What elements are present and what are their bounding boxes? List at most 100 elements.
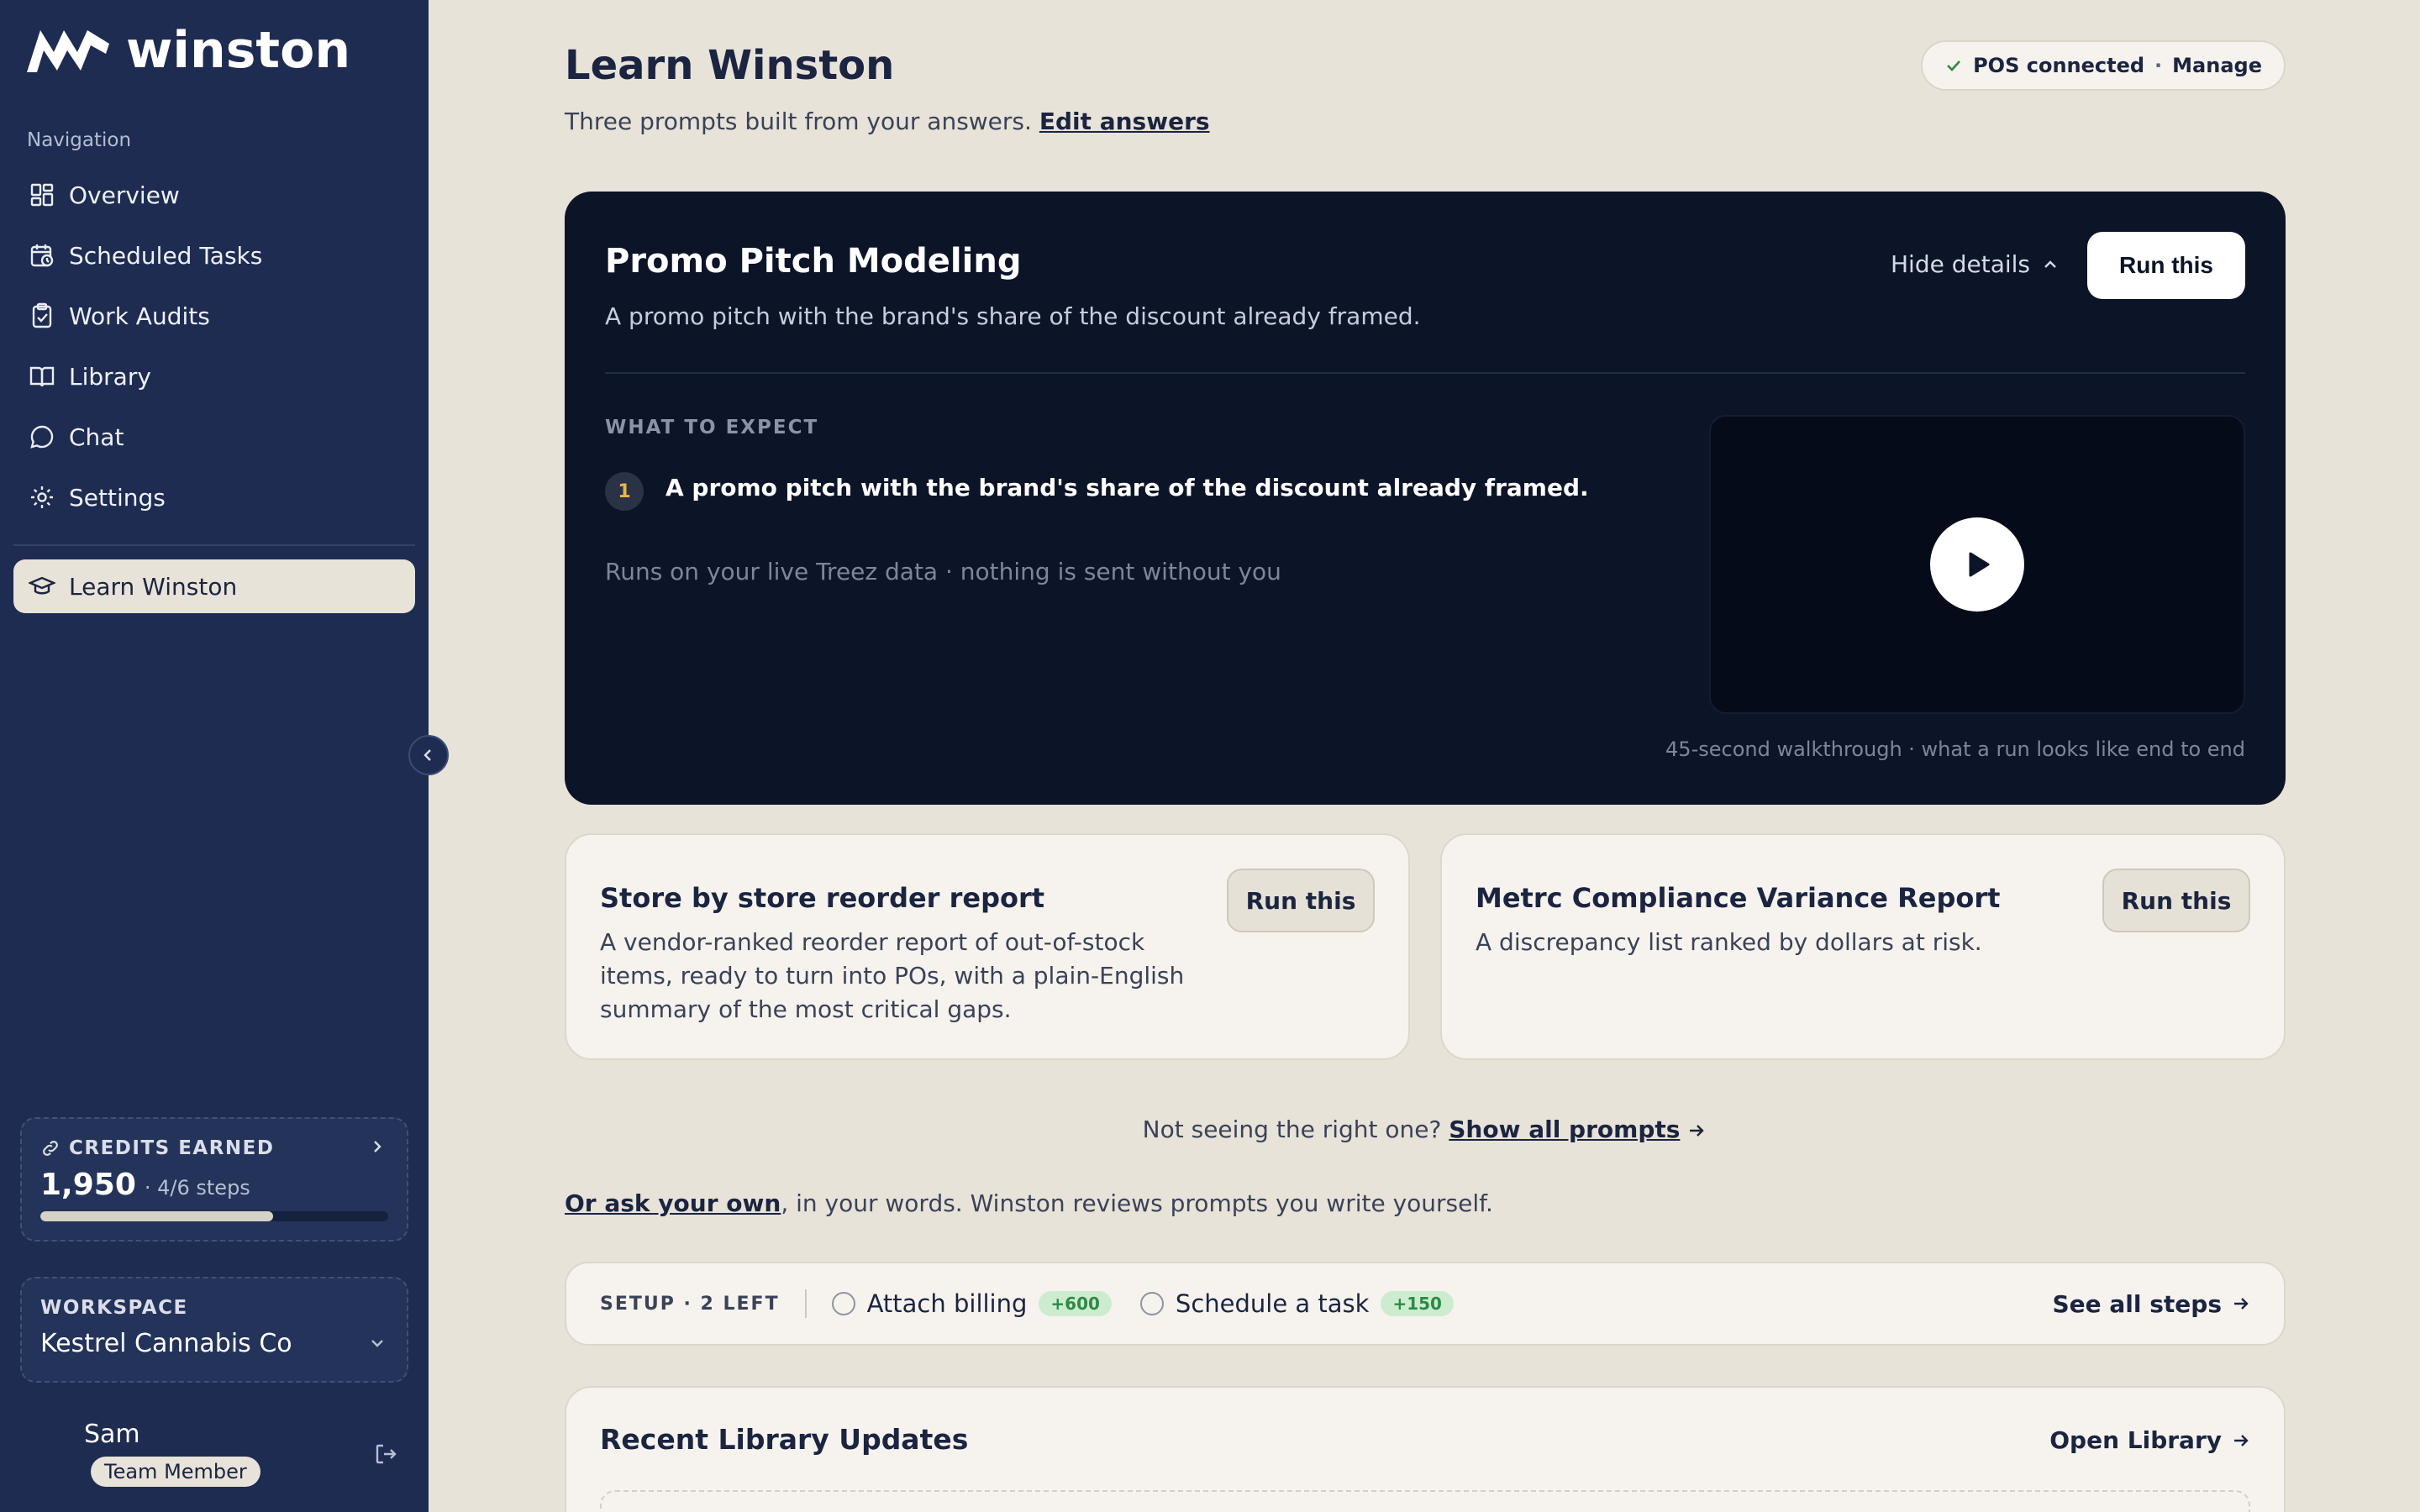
chevron-down-icon: [371, 1340, 383, 1347]
run-prompt-button[interactable]: Run this: [1227, 869, 1375, 932]
setup-checklist-bar: SETUP · 2 LEFT Attach billing +600 Sched…: [565, 1262, 2286, 1346]
sidebar: winston Navigation Overview Scheduled Ta…: [0, 0, 449, 1512]
run-featured-prompt-button[interactable]: Run this: [2087, 232, 2245, 299]
sidebar-item-label: Library: [69, 362, 151, 391]
calendar-clock-icon: [30, 244, 54, 267]
sidebar-item-label: Work Audits: [69, 302, 210, 330]
sidebar-item-learn-winston[interactable]: Learn Winston: [13, 559, 415, 613]
arrow-right-icon: [2234, 1434, 2249, 1446]
workspace-label: WORKSPACE: [40, 1297, 188, 1319]
page-title: Learn Winston: [565, 42, 895, 89]
brand-logo[interactable]: winston: [25, 24, 350, 77]
setup-step-schedule-task[interactable]: Schedule a task +150: [1139, 1289, 1454, 1318]
sidebar-item-settings[interactable]: Settings: [13, 470, 415, 524]
hide-details-toggle[interactable]: Hide details: [1891, 250, 2059, 278]
sidebar-item-label: Learn Winston: [69, 572, 238, 601]
credit-bonus-badge: +600: [1039, 1291, 1112, 1316]
workspace-selector[interactable]: WORKSPACE Kestrel Cannabis Co: [20, 1277, 408, 1383]
open-library-link[interactable]: Open Library: [2049, 1426, 2250, 1454]
user-role-badge: Team Member: [91, 1457, 260, 1487]
graduation-cap-icon: [29, 576, 55, 595]
show-all-prompts-link[interactable]: Show all prompts: [1449, 1116, 1680, 1143]
hero-divider: [605, 372, 2245, 374]
chat-bubble-icon: [30, 425, 54, 449]
arrow-right-icon: [2234, 1298, 2249, 1310]
chevron-up-icon: [2044, 260, 2056, 268]
setup-label: SETUP · 2 LEFT: [600, 1293, 780, 1315]
winston-logo-mark-icon: [27, 30, 109, 72]
sidebar-item-label: Scheduled Tasks: [69, 241, 263, 270]
ask-your-own-link[interactable]: Or ask your own: [565, 1189, 781, 1217]
ask-your-own-row: Or ask your own, in your words. Winston …: [565, 1189, 1493, 1217]
edit-answers-link[interactable]: Edit answers: [1039, 108, 1210, 135]
prompt-card-metrc-compliance: Metrc Compliance Variance Report A discr…: [1440, 833, 2286, 1060]
check-icon: [1947, 60, 1961, 71]
user-name: Sam: [84, 1420, 140, 1449]
walkthrough-video[interactable]: [1709, 415, 2245, 714]
library-updates-list: [600, 1490, 2250, 1512]
pos-separator: ·: [2154, 54, 2163, 77]
open-library-label: Open Library: [2049, 1426, 2222, 1454]
nav-heading: Navigation: [27, 129, 132, 151]
nav-divider: [13, 544, 415, 546]
recent-library-title: Recent Library Updates: [600, 1423, 969, 1456]
logout-icon[interactable]: [373, 1441, 398, 1467]
setup-step-label: Attach billing: [866, 1289, 1028, 1318]
sidebar-item-label: Overview: [69, 181, 180, 209]
step-radio[interactable]: [1139, 1292, 1164, 1315]
recent-library-updates: Recent Library Updates Open Library: [565, 1386, 2286, 1512]
step-radio[interactable]: [831, 1292, 855, 1315]
see-all-steps-label: See all steps: [2052, 1289, 2222, 1318]
credits-header: CREDITS EARNED: [40, 1137, 388, 1159]
prompt-description: A vendor-ranked reorder report of out-of…: [600, 928, 1185, 1023]
hide-details-label: Hide details: [1891, 250, 2031, 278]
prompt-description: A discrepancy list ranked by dollars at …: [1476, 928, 1982, 956]
credits-progress-bar: [40, 1211, 388, 1221]
play-icon: [1969, 552, 1990, 577]
workspace-name: Kestrel Cannabis Co: [40, 1329, 292, 1358]
sidebar-item-scheduled-tasks[interactable]: Scheduled Tasks: [13, 228, 415, 282]
setup-step-attach-billing[interactable]: Attach billing +600: [831, 1289, 1112, 1318]
collapse-sidebar-button[interactable]: [408, 735, 449, 775]
credits-row: 1,950 · 4/6 steps: [40, 1168, 388, 1202]
chevron-left-icon: [424, 749, 431, 761]
credits-label: CREDITS EARNED: [69, 1137, 275, 1159]
clipboard-check-icon: [32, 302, 52, 328]
dashboard-icon: [30, 183, 54, 207]
pos-status-text: POS connected: [1973, 54, 2145, 77]
credit-bonus-badge: +150: [1381, 1291, 1454, 1316]
page-subtitle-text: Three prompts built from your answers.: [565, 108, 1032, 135]
credits-progress-fill: [40, 1211, 274, 1221]
prompt-card-reorder-report: Store by store reorder report A vendor-r…: [565, 833, 1410, 1060]
prompt-title: Metrc Compliance Variance Report: [1476, 882, 2001, 914]
see-all-steps-link[interactable]: See all steps: [2053, 1290, 2250, 1318]
step-number-badge: 1: [605, 472, 644, 511]
featured-prompt-card: Promo Pitch Modeling A promo pitch with …: [565, 192, 2286, 805]
credits-value: 1,950: [40, 1168, 136, 1202]
run-prompt-button[interactable]: Run this: [2102, 869, 2250, 932]
show-all-prompts-row: Not seeing the right one? Show all promp…: [429, 1116, 2420, 1143]
book-open-icon: [29, 366, 55, 387]
featured-prompt-title: Promo Pitch Modeling: [605, 242, 1022, 281]
sidebar-item-overview[interactable]: Overview: [13, 168, 415, 222]
featured-prompt-description: A promo pitch with the brand's share of …: [605, 302, 1421, 330]
brand-name: winston: [126, 21, 351, 80]
pos-status-pill: POS connected · Manage: [1921, 40, 2286, 91]
what-to-expect-label: WHAT TO EXPECT: [605, 417, 819, 438]
runs-note: Runs on your live Treez data · nothing i…: [605, 558, 1281, 585]
sidebar-item-chat[interactable]: Chat: [13, 410, 415, 464]
not-seeing-text: Not seeing the right one?: [1142, 1116, 1442, 1143]
sidebar-item-label: Chat: [69, 423, 124, 451]
gear-icon: [31, 486, 53, 508]
play-button[interactable]: [1930, 517, 2024, 612]
setup-step-label: Schedule a task: [1175, 1289, 1370, 1318]
video-caption: 45-second walkthrough · what a run looks…: [1665, 738, 2245, 761]
sidebar-item-library[interactable]: Library: [13, 349, 415, 403]
credits-steps: · 4/6 steps: [144, 1176, 250, 1200]
page-subtitle: Three prompts built from your answers. E…: [565, 108, 1210, 135]
ask-your-own-text: , in your words. Winston reviews prompts…: [781, 1189, 1493, 1217]
credits-card[interactable]: CREDITS EARNED 1,950 · 4/6 steps: [20, 1117, 408, 1242]
expect-step-text: A promo pitch with the brand's share of …: [666, 474, 1589, 501]
sidebar-item-work-audits[interactable]: Work Audits: [13, 289, 415, 343]
pos-manage-link[interactable]: Manage: [2172, 54, 2262, 77]
